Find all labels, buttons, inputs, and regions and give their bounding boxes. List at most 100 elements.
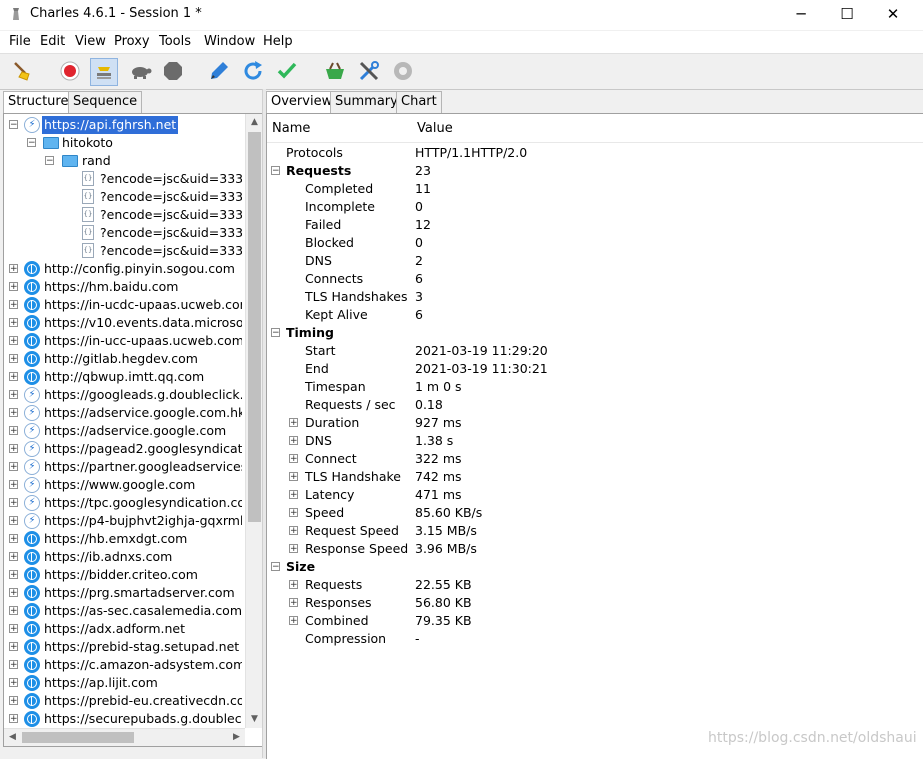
expand-icon[interactable]: + — [9, 282, 18, 292]
expand-icon[interactable]: + — [9, 588, 18, 598]
tab-overview[interactable]: Overview — [266, 91, 338, 115]
tree-vertical-scrollbar[interactable]: ▲ ▼ — [245, 114, 262, 728]
record-icon[interactable] — [58, 59, 82, 83]
tree-folder-row[interactable]: − rand — [4, 152, 242, 170]
expand-icon[interactable]: + — [9, 462, 18, 472]
overview-row[interactable]: DNS 2 — [267, 252, 923, 270]
scroll-up-icon[interactable]: ▲ — [246, 114, 262, 131]
settings-icon[interactable] — [391, 59, 415, 83]
expand-icon[interactable]: + — [289, 598, 298, 608]
stop-icon[interactable] — [161, 59, 185, 83]
overview-row[interactable]: + Duration 927 ms — [267, 414, 923, 432]
overview-row[interactable]: + Latency 471 ms — [267, 486, 923, 504]
collapse-icon[interactable]: − — [9, 120, 18, 130]
tree-host-row[interactable]: + https://adx.adform.net — [4, 620, 242, 638]
menu-file[interactable]: File — [9, 34, 31, 49]
expand-icon[interactable]: + — [9, 516, 18, 526]
menu-window[interactable]: Window — [204, 34, 255, 49]
refresh-icon[interactable] — [241, 59, 265, 83]
column-header-name[interactable]: Name — [267, 114, 415, 143]
overview-row[interactable]: Requests / sec 0.18 — [267, 396, 923, 414]
expand-icon[interactable]: + — [9, 390, 18, 400]
overview-row[interactable]: End 2021-03-19 11:30:21 — [267, 360, 923, 378]
expand-icon[interactable]: + — [9, 606, 18, 616]
scroll-down-icon[interactable]: ▼ — [246, 711, 262, 728]
expand-icon[interactable]: + — [289, 544, 298, 554]
overview-row[interactable]: + TLS Handshake 742 ms — [267, 468, 923, 486]
expand-icon[interactable]: + — [9, 660, 18, 670]
overview-row[interactable]: Failed 12 — [267, 216, 923, 234]
expand-icon[interactable]: + — [9, 336, 18, 346]
overview-row[interactable]: + Combined 79.35 KB — [267, 612, 923, 630]
tree-request-row[interactable]: {} ?encode=jsc&uid=3335 — [4, 188, 242, 206]
tree-folder-row[interactable]: − hitokoto — [4, 134, 242, 152]
expand-icon[interactable]: + — [289, 472, 298, 482]
expand-icon[interactable]: + — [9, 498, 18, 508]
tree-host-row[interactable]: + https://prebid-stag.setupad.net — [4, 638, 242, 656]
tab-sequence[interactable]: Sequence — [68, 91, 143, 114]
close-button[interactable]: ✕ — [870, 0, 916, 30]
tree-host-row[interactable]: + ⚡ https://pagead2.googlesyndicatio — [4, 440, 242, 458]
expand-icon[interactable]: + — [289, 616, 298, 626]
overview-row[interactable]: Completed 11 — [267, 180, 923, 198]
overview-row[interactable]: Blocked 0 — [267, 234, 923, 252]
overview-row[interactable]: + Request Speed 3.15 MB/s — [267, 522, 923, 540]
menu-proxy[interactable]: Proxy — [114, 34, 150, 49]
tree-host-row[interactable]: + https://hm.baidu.com — [4, 278, 242, 296]
expand-icon[interactable]: + — [9, 426, 18, 436]
throttle-button[interactable] — [90, 58, 118, 86]
expand-icon[interactable]: + — [9, 444, 18, 454]
expand-icon[interactable]: + — [289, 490, 298, 500]
tools-icon[interactable] — [357, 59, 381, 83]
collapse-icon[interactable]: − — [271, 166, 280, 176]
expand-icon[interactable]: + — [289, 454, 298, 464]
tree-host-row[interactable]: + ⚡ https://p4-bujphvt2ighja-gqxrmhjx — [4, 512, 242, 530]
expand-icon[interactable]: + — [289, 436, 298, 446]
tree-request-row[interactable]: {} ?encode=jsc&uid=3335 — [4, 224, 242, 242]
menu-edit[interactable]: Edit — [40, 34, 65, 49]
overview-row[interactable]: + DNS 1.38 s — [267, 432, 923, 450]
overview-row[interactable]: + Response Speed 3.96 MB/s — [267, 540, 923, 558]
menu-help[interactable]: Help — [263, 34, 293, 49]
tree-host-row[interactable]: − ⚡ https://api.fghrsh.net — [4, 116, 242, 134]
overview-row[interactable]: + Responses 56.80 KB — [267, 594, 923, 612]
overview-row[interactable]: − Size — [267, 558, 923, 576]
collapse-icon[interactable]: − — [271, 562, 280, 572]
broom-icon[interactable] — [10, 59, 34, 83]
overview-row[interactable]: Protocols HTTP/1.1HTTP/2.0 — [267, 144, 923, 162]
tree-host-row[interactable]: + https://ap.lijit.com — [4, 674, 242, 692]
expand-icon[interactable]: + — [9, 408, 18, 418]
tree-request-row[interactable]: {} ?encode=jsc&uid=3335 — [4, 170, 242, 188]
tree-host-row[interactable]: + https://bidder.criteo.com — [4, 566, 242, 584]
overview-row[interactable]: Compression - — [267, 630, 923, 648]
overview-row[interactable]: + Requests 22.55 KB — [267, 576, 923, 594]
minimize-button[interactable]: ─ — [778, 0, 824, 30]
expand-icon[interactable]: + — [9, 318, 18, 328]
expand-icon[interactable]: + — [9, 642, 18, 652]
turtle-icon[interactable] — [129, 59, 153, 83]
expand-icon[interactable]: + — [289, 526, 298, 536]
expand-icon[interactable]: + — [9, 552, 18, 562]
expand-icon[interactable]: + — [9, 300, 18, 310]
tree-request-row[interactable]: {} ?encode=jsc&uid=3335 — [4, 206, 242, 224]
check-icon[interactable] — [275, 59, 299, 83]
tree-host-row[interactable]: + https://in-ucdc-upaas.ucweb.com — [4, 296, 242, 314]
tree-host-row[interactable]: + https://prg.smartadserver.com — [4, 584, 242, 602]
scroll-thumb[interactable] — [248, 132, 261, 522]
collapse-icon[interactable]: − — [45, 156, 54, 166]
expand-icon[interactable]: + — [289, 418, 298, 428]
tree-host-row[interactable]: + https://ib.adnxs.com — [4, 548, 242, 566]
tree-host-row[interactable]: + ⚡ https://adservice.google.com.hk — [4, 404, 242, 422]
tree-host-row[interactable]: + https://prebid-eu.creativecdn.com — [4, 692, 242, 710]
overview-row[interactable]: + Connect 322 ms — [267, 450, 923, 468]
tab-summary[interactable]: Summary — [330, 91, 403, 114]
expand-icon[interactable]: + — [9, 534, 18, 544]
tree-host-row[interactable]: + https://in-ucc-upaas.ucweb.com — [4, 332, 242, 350]
scroll-right-icon[interactable]: ▶ — [228, 729, 245, 746]
scroll-left-icon[interactable]: ◀ — [4, 729, 21, 746]
expand-icon[interactable]: + — [289, 508, 298, 518]
expand-icon[interactable]: + — [9, 678, 18, 688]
menu-view[interactable]: View — [75, 34, 106, 49]
tree-host-row[interactable]: + ⚡ https://www.google.com — [4, 476, 242, 494]
overview-row[interactable]: TLS Handshakes 3 — [267, 288, 923, 306]
